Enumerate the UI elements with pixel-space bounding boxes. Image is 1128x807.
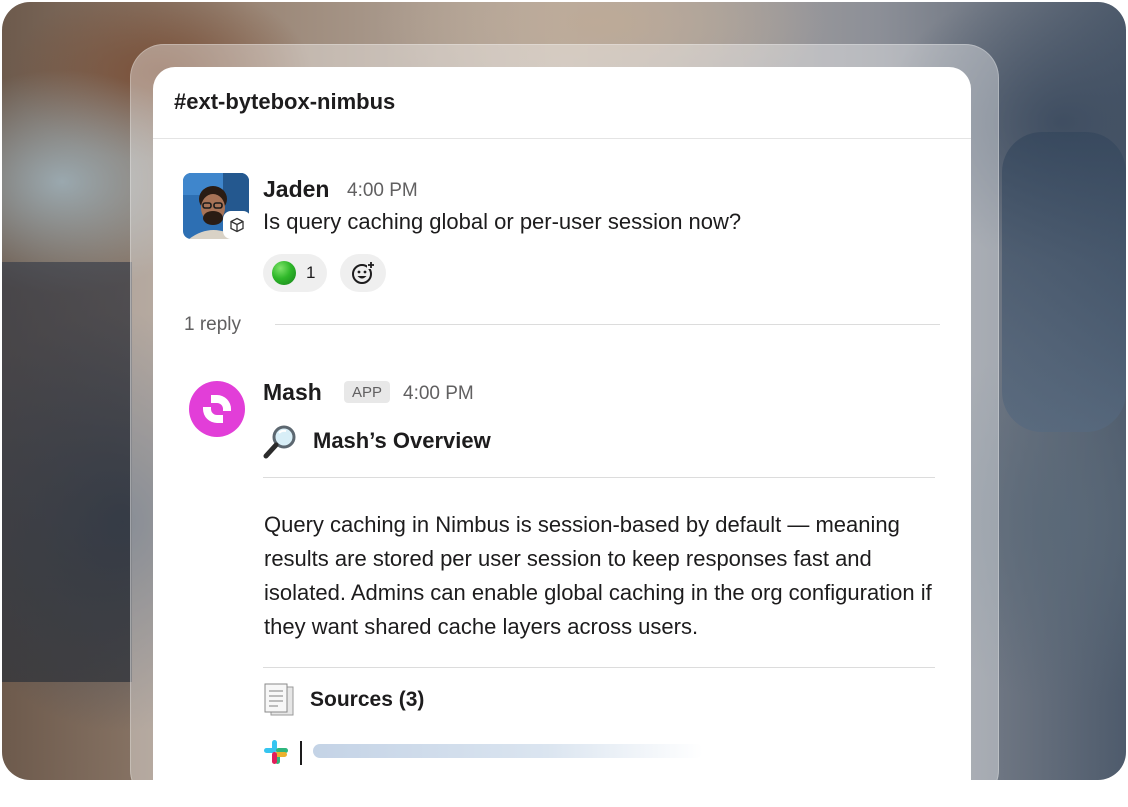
thread-divider <box>275 324 940 325</box>
author-name[interactable]: Mash <box>263 379 322 406</box>
overview-title: Mash’s Overview <box>313 428 491 453</box>
overview-body: Query caching in Nimbus is session-based… <box>264 512 932 639</box>
message-text: Is query caching global or per-user sess… <box>263 209 742 234</box>
add-reaction-icon <box>352 261 375 284</box>
sources-toggle[interactable]: Sources (3) <box>310 688 424 712</box>
add-reaction-button[interactable] <box>340 254 386 292</box>
background-person <box>1002 132 1126 432</box>
message-time[interactable]: 4:00 PM <box>403 383 474 405</box>
channel-header: #ext-bytebox-nimbus <box>153 67 971 139</box>
author-name[interactable]: Jaden <box>263 176 329 203</box>
background-laptop <box>2 262 132 682</box>
slack-channel-card: #ext-bytebox-nimbus Jaden 4:00 PM Is que… <box>153 67 971 807</box>
thread-reply-count[interactable]: 1 reply <box>184 314 241 336</box>
loading-placeholder <box>313 744 703 758</box>
magnifying-glass-icon <box>263 423 299 459</box>
overview-divider <box>263 477 935 478</box>
mash-logo-icon <box>203 395 231 423</box>
channel-title[interactable]: #ext-bytebox-nimbus <box>174 89 395 115</box>
separator-bar <box>300 741 302 765</box>
green-circle-emoji-icon <box>272 261 296 285</box>
message-time[interactable]: 4:00 PM <box>347 180 418 202</box>
reaction-pill[interactable]: 1 <box>263 254 327 292</box>
reaction-count: 1 <box>306 263 316 282</box>
cube-badge-icon <box>225 213 249 237</box>
app-badge: APP <box>344 381 390 403</box>
sources-divider <box>263 667 935 668</box>
document-icon <box>263 683 297 717</box>
avatar-mash[interactable] <box>189 381 245 437</box>
slack-icon <box>263 739 289 765</box>
